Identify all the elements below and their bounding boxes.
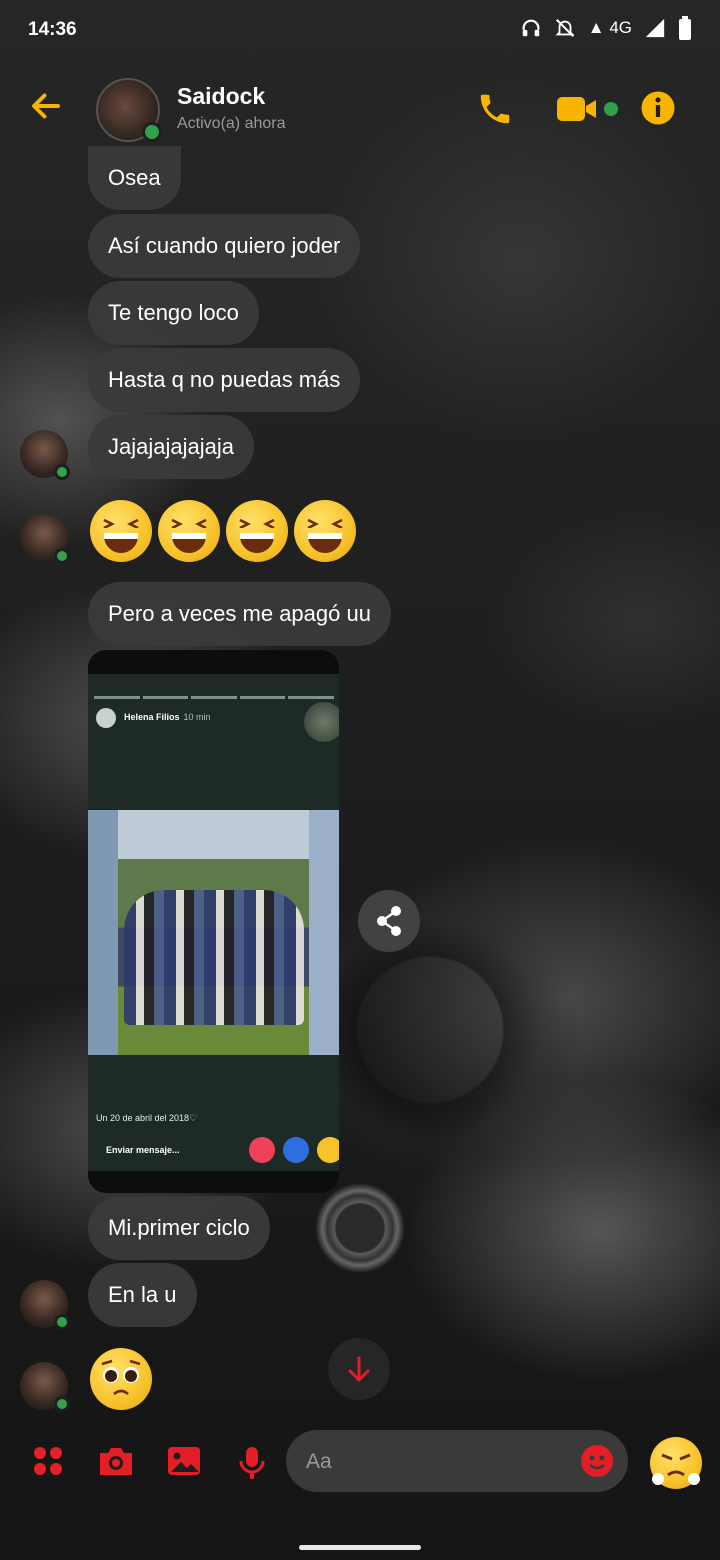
group-photo (88, 810, 339, 1055)
heart-reaction-icon (249, 1137, 275, 1163)
pleading-face-emoji-icon[interactable] (90, 1348, 152, 1410)
message-bubble[interactable]: Te tengo loco (88, 281, 259, 345)
arrow-down-icon (348, 1356, 370, 1382)
status-icons: ▲ 4G (520, 16, 692, 40)
chat-header: Saidock Activo(a) ahora (0, 60, 720, 156)
story-progress-bars (94, 696, 334, 699)
story-time: 10 min (183, 712, 211, 722)
message-bubble[interactable]: Así cuando quiero joder (88, 214, 361, 278)
shared-story-image[interactable]: Helena Filios 10 min Un 20 de abril del 2… (88, 650, 339, 1193)
gallery-icon[interactable] (166, 1445, 202, 1482)
status-bar: 14:36 ▲ 4G (0, 0, 720, 60)
message-bubble[interactable]: Jajajajajajaja (88, 415, 254, 479)
laugh-reaction-icon (317, 1137, 339, 1163)
back-arrow-icon[interactable] (28, 88, 64, 129)
online-indicator (54, 464, 70, 480)
story-thumbnail (304, 702, 339, 742)
laughing-emoji-icon[interactable] (226, 500, 288, 562)
message-composer: Aa (0, 1410, 720, 1510)
online-indicator (54, 548, 70, 564)
laughing-emoji-icon[interactable] (158, 500, 220, 562)
quick-reaction-emoji-icon[interactable] (650, 1437, 702, 1489)
bell-off-icon (554, 17, 576, 39)
share-button[interactable] (358, 890, 420, 952)
video-call-icon[interactable] (556, 94, 620, 129)
story-author: Helena Filios 10 min (124, 712, 211, 722)
story-caption: Un 20 de abril del 2018♡ (96, 1113, 198, 1123)
laughing-emoji-icon[interactable] (294, 500, 356, 562)
share-icon (377, 906, 401, 936)
headphones-icon (520, 17, 542, 39)
phone-call-icon[interactable] (476, 90, 514, 133)
contact-avatar-small[interactable] (20, 1280, 70, 1330)
story-reply-placeholder: Enviar mensaje... (106, 1145, 180, 1155)
contact-status: Activo(a) ahora (177, 115, 286, 132)
message-input[interactable]: Aa (286, 1430, 628, 1492)
contact-avatar-small[interactable] (20, 1362, 70, 1412)
like-reaction-icon (283, 1137, 309, 1163)
contact-name[interactable]: Saidock (177, 83, 265, 110)
message-bubble[interactable]: Osea (88, 146, 181, 210)
home-indicator[interactable] (299, 1545, 421, 1550)
group-photo-people (124, 890, 304, 1025)
story-author-avatar (96, 708, 116, 728)
online-indicator (54, 1314, 70, 1330)
contact-avatar-small[interactable] (20, 430, 70, 480)
story-top-bar (88, 650, 339, 674)
message-bubble[interactable]: Hasta q no puedas más (88, 348, 361, 412)
online-indicator (142, 122, 162, 142)
info-icon[interactable] (640, 90, 676, 131)
camera-icon[interactable] (97, 1445, 135, 1482)
message-bubble[interactable]: Mi.primer ciclo (88, 1196, 270, 1260)
story-bottom-bar (88, 1171, 339, 1193)
battery-icon (678, 16, 692, 40)
status-time: 14:36 (28, 19, 77, 40)
microphone-icon[interactable] (238, 1445, 266, 1486)
laughing-emoji-icon[interactable] (90, 500, 152, 562)
signal-icon (644, 17, 666, 39)
more-actions-icon[interactable] (32, 1445, 64, 1482)
background-hub-decoration (312, 1180, 408, 1276)
message-bubble[interactable]: En la u (88, 1263, 197, 1327)
contact-avatar-small[interactable] (20, 514, 70, 564)
message-bubble[interactable]: Pero a veces me apagó uu (88, 582, 391, 646)
network-type-label: ▲ 4G (587, 18, 632, 37)
scroll-down-button[interactable] (328, 1338, 390, 1400)
contact-avatar[interactable] (96, 78, 162, 142)
emoji-picker-icon[interactable] (581, 1445, 613, 1477)
message-input-placeholder: Aa (306, 1450, 332, 1473)
